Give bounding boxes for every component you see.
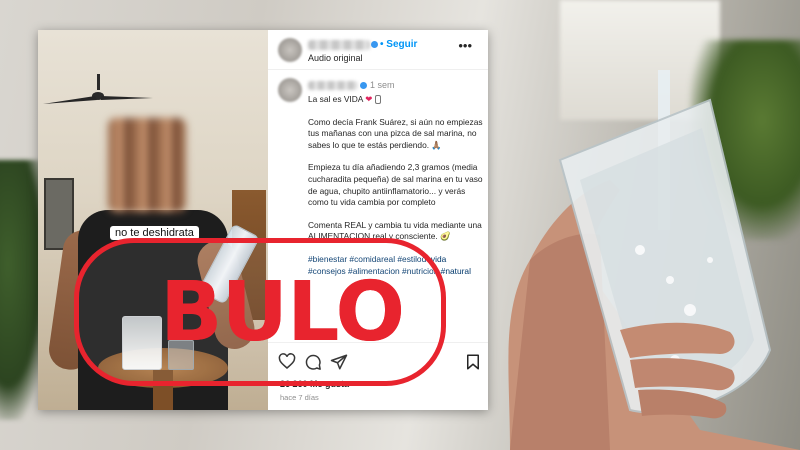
follow-button[interactable]: • Seguir [380, 39, 417, 50]
ceiling-fan [43, 74, 153, 104]
bulo-stamp-label: BULO [160, 265, 405, 360]
caption-author-name-blurred[interactable] [308, 81, 358, 90]
author-name-blurred[interactable] [308, 40, 370, 50]
post-date: hace 7 días [280, 393, 319, 402]
caption-author-avatar[interactable] [278, 78, 302, 102]
caption-timestamp: 1 sem [370, 80, 395, 90]
caption-verified-badge-icon [360, 82, 367, 89]
salt-shaker-emoji-icon [374, 95, 381, 105]
author-avatar[interactable] [278, 38, 302, 62]
hand-holding-glass [508, 70, 800, 450]
caption-title-text: La sal es VIDA [308, 94, 363, 104]
caption-title: La sal es VIDA ❤ [308, 94, 484, 106]
caption-paragraph-1: Como decía Frank Suárez, si aún no empie… [308, 116, 483, 150]
caption-paragraph-2: Empieza tu día añadiendo 2,3 gramos (med… [308, 162, 483, 208]
post-header: • Seguir Audio original ••• [268, 30, 488, 70]
blurred-face [108, 118, 186, 212]
more-horizontal-icon[interactable]: ••• [458, 38, 472, 53]
verified-badge-icon [371, 41, 378, 48]
audio-label[interactable]: Audio original [308, 53, 363, 63]
heart-emoji-icon: ❤ [365, 94, 373, 104]
bookmark-icon[interactable] [464, 353, 482, 371]
